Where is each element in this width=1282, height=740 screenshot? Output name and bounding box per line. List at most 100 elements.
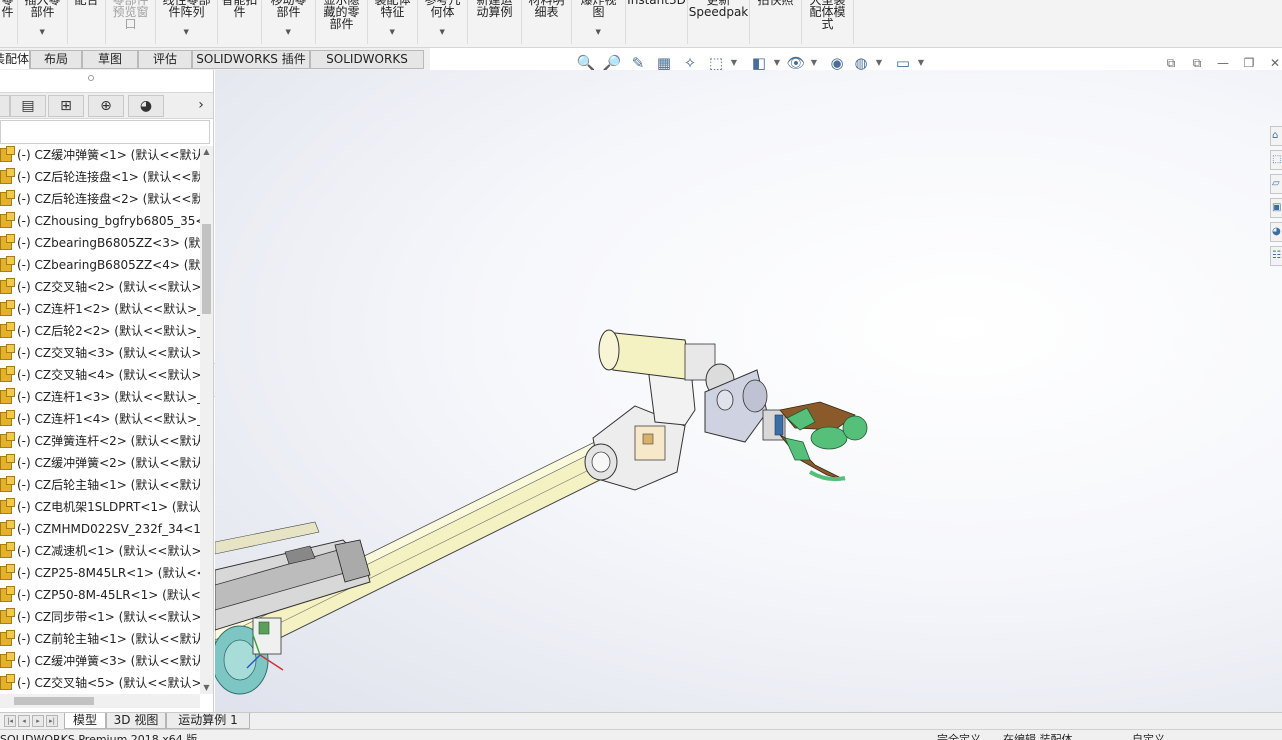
ribbon-button-label: 新建运 动算例: [476, 0, 513, 19]
bottom-tab-2[interactable]: 运动算例 1: [166, 713, 250, 729]
design-library-icon[interactable]: ⬚: [1270, 150, 1282, 170]
configuration-manager-icon[interactable]: ⊞: [48, 95, 84, 117]
bottom-tab-0[interactable]: 模型: [64, 713, 106, 729]
previous-tab-icon[interactable]: ◂: [18, 715, 30, 727]
graphics-area[interactable]: [215, 70, 1282, 712]
vertical-scroll-thumb[interactable]: [202, 224, 211, 314]
feature-tree-item-label: (-) CZ减速机<1> (默认<<默认>_: [17, 544, 200, 558]
feature-tree-vertical-scrollbar[interactable]: ▲ ▼: [200, 146, 213, 694]
ribbon-button-14[interactable]: 更新 Speedpak: [688, 0, 750, 44]
ribbon-button-16[interactable]: 大型装 配体模 式: [802, 0, 854, 44]
ribbon-button-2[interactable]: 配合: [68, 0, 106, 44]
file-explorer-icon[interactable]: ▱: [1270, 174, 1282, 194]
ribbon-button-6[interactable]: 移动零 部件 ▼: [262, 0, 316, 44]
ribbon-button-10[interactable]: 新建运 动算例: [468, 0, 522, 44]
feature-tree-item[interactable]: (-) CZ交叉轴<2> (默认<<默认>_: [0, 276, 200, 298]
command-tab-1[interactable]: 布局: [30, 50, 82, 69]
feature-tree-item[interactable]: (-) CZ缓冲弹簧<2> (默认<<默认:: [0, 452, 200, 474]
feature-tree-item[interactable]: (-) CZ电机架1SLDPRT<1> (默认<: [0, 496, 200, 518]
feature-tree-item-label: (-) CZP50-8M-45LR<1> (默认<<: [17, 588, 200, 602]
feature-tree-item[interactable]: (-) CZ交叉轴<4> (默认<<默认>_: [0, 364, 200, 386]
feature-tree-horizontal-scrollbar[interactable]: [0, 694, 200, 708]
bottom-tab-1[interactable]: 3D 视图: [106, 713, 166, 729]
ribbon-button-label: 智能扣 件: [221, 0, 258, 19]
feature-tree-item-label: (-) CZ后轮2<2> (默认<<默认>_显: [17, 324, 200, 338]
dropdown-arrow-icon[interactable]: ▼: [184, 26, 189, 38]
command-tab-0[interactable]: 装配体: [0, 50, 30, 69]
ribbon-button-8[interactable]: 装配体 特征 ▼: [368, 0, 418, 44]
panel-grip-handle[interactable]: [88, 75, 94, 81]
display-manager-icon[interactable]: ◕: [128, 95, 164, 117]
feature-tree: (-) CZ缓冲弹簧<1> (默认<<默认: (-) CZ后轮连接盘<1> (默认…: [0, 146, 200, 694]
feature-tree-item[interactable]: (-) CZ缓冲弹簧<1> (默认<<默认:: [0, 146, 200, 166]
feature-tree-item[interactable]: (-) CZ减速机<1> (默认<<默认>_: [0, 540, 200, 562]
last-tab-icon[interactable]: ▸|: [46, 715, 58, 727]
next-tab-icon[interactable]: ▸: [32, 715, 44, 727]
robot-arm-model[interactable]: [215, 70, 1282, 712]
feature-tree-item[interactable]: (-) CZP25-8M45LR<1> (默认<<默: [0, 562, 200, 584]
feature-tree-item[interactable]: (-) CZ前轮主轴<1> (默认<<默认:: [0, 628, 200, 650]
command-tab-4[interactable]: SOLIDWORKS 插件: [192, 50, 310, 69]
feature-tree-item-label: (-) CZ弹簧连杆<2> (默认<<默认:: [17, 434, 200, 448]
dropdown-arrow-icon[interactable]: ▼: [440, 26, 445, 38]
home-icon[interactable]: ⌂: [1270, 126, 1282, 146]
more-tabs-chevron-icon[interactable]: ›: [190, 95, 212, 117]
feature-tree-item[interactable]: (-) CZ连杆1<2> (默认<<默认>_显: [0, 298, 200, 320]
feature-tree-item[interactable]: (-) CZ连杆1<4> (默认<<默认>_显: [0, 408, 200, 430]
part-component-icon: [0, 652, 15, 668]
feature-tree-item[interactable]: (-) CZ缓冲弹簧<3> (默认<<默认:: [0, 650, 200, 672]
status-units[interactable]: 自定义: [1132, 730, 1165, 740]
command-tab-5[interactable]: SOLIDWORKS MBD: [310, 50, 424, 83]
horizontal-scroll-thumb[interactable]: [14, 697, 94, 705]
custom-properties-icon[interactable]: ☷: [1270, 246, 1282, 266]
feature-tree-item[interactable]: (-) CZbearingB6805ZZ<3> (默认: [0, 232, 200, 254]
dropdown-arrow-icon[interactable]: ▼: [390, 26, 395, 38]
ribbon-button-5[interactable]: 智能扣 件: [218, 0, 262, 44]
ribbon-button-11[interactable]: 材料明 细表: [522, 0, 572, 44]
feature-tree-item[interactable]: (-) CZ后轮2<2> (默认<<默认>_显: [0, 320, 200, 342]
feature-tree-item[interactable]: (-) CZ交叉轴<5> (默认<<默认>_: [0, 672, 200, 694]
bottom-tab-bar: |◂ ◂ ▸ ▸| 模型 3D 视图 运动算例 1: [0, 712, 1282, 729]
dropdown-arrow-icon[interactable]: ▼: [286, 26, 291, 38]
feature-tree-item-label: (-) CZbearingB6805ZZ<4> (默认: [17, 258, 200, 272]
dimxpert-icon[interactable]: ⊕: [88, 95, 124, 117]
scroll-down-arrow-icon[interactable]: ▼: [200, 682, 213, 694]
feature-tree-item[interactable]: (-) CZMHMD022SV_232f_34<1>: [0, 518, 200, 540]
dropdown-arrow-icon[interactable]: ▼: [596, 26, 601, 38]
ribbon-button-label: 参考几 何体: [424, 0, 461, 19]
command-tab-3[interactable]: 评估: [138, 50, 192, 69]
feature-tree-item[interactable]: (-) CZ连杆1<3> (默认<<默认>_显: [0, 386, 200, 408]
feature-tree-item[interactable]: (-) CZ交叉轴<3> (默认<<默认>_: [0, 342, 200, 364]
ribbon-button-13[interactable]: Instant3D: [626, 0, 688, 44]
ribbon-button-label: 更新 Speedpak: [688, 0, 749, 19]
ribbon-button-7[interactable]: 显示隐 藏的零 部件: [316, 0, 368, 44]
scroll-up-arrow-icon[interactable]: ▲: [200, 146, 213, 158]
feature-tree-item[interactable]: (-) CZ同步带<1> (默认<<默认>_: [0, 606, 200, 628]
ribbon-button-0[interactable]: 零 件: [0, 0, 18, 44]
ribbon-button-1[interactable]: 插入零 部件 ▼: [18, 0, 68, 44]
first-tab-icon[interactable]: |◂: [4, 715, 16, 727]
feature-tree-item[interactable]: (-) CZ后轮连接盘<2> (默认<<默: [0, 188, 200, 210]
ribbon-button-label: 配合: [74, 0, 99, 7]
ribbon-button-12[interactable]: 爆炸视 图 ▼: [572, 0, 626, 44]
appearances-icon[interactable]: ◕: [1270, 222, 1282, 242]
dropdown-arrow-icon[interactable]: ▼: [40, 26, 45, 38]
feature-tree-item[interactable]: (-) CZ弹簧连杆<2> (默认<<默认:: [0, 430, 200, 452]
feature-tree-icon[interactable]: ☰: [0, 95, 10, 117]
feature-tree-item[interactable]: (-) CZhousing_bgfryb6805_35<2: [0, 210, 200, 232]
command-tab-2[interactable]: 草图: [82, 50, 138, 69]
feature-tree-item[interactable]: (-) CZ后轮连接盘<1> (默认<<默: [0, 166, 200, 188]
ribbon-button-15[interactable]: 拍快照: [750, 0, 802, 44]
feature-tree-item[interactable]: (-) CZbearingB6805ZZ<4> (默认: [0, 254, 200, 276]
ribbon-button-3[interactable]: 零部件 预览窗 口: [106, 0, 156, 44]
property-manager-icon[interactable]: ▤: [10, 95, 46, 117]
feature-tree-item-label: (-) CZ缓冲弹簧<1> (默认<<默认:: [17, 148, 200, 162]
ribbon-button-label: 大型装 配体模 式: [809, 0, 846, 31]
feature-tree-filter-input[interactable]: [0, 120, 210, 144]
ribbon-button-4[interactable]: 线性零部 件阵列 ▼: [156, 0, 218, 44]
feature-tree-item[interactable]: (-) CZ后轮主轴<1> (默认<<默认:: [0, 474, 200, 496]
ribbon-button-9[interactable]: 参考几 何体 ▼: [418, 0, 468, 44]
part-component-icon: [0, 608, 15, 624]
view-palette-icon[interactable]: ▣: [1270, 198, 1282, 218]
feature-tree-item[interactable]: (-) CZP50-8M-45LR<1> (默认<<: [0, 584, 200, 606]
